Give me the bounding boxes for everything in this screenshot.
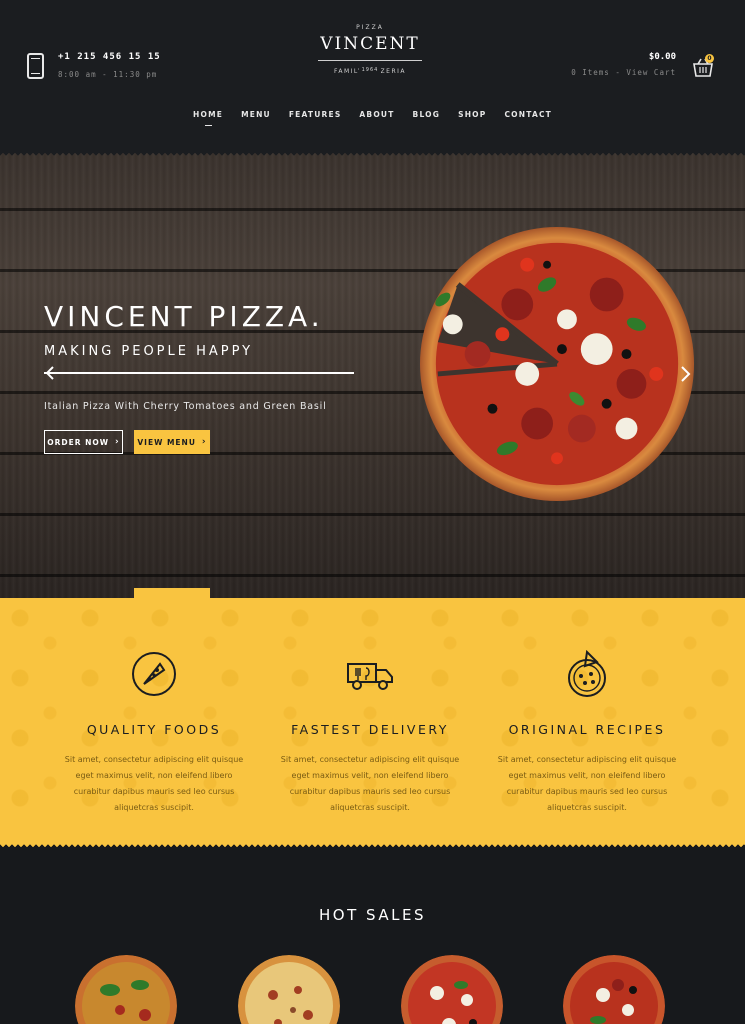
chevron-right-icon: ›: [201, 437, 207, 447]
cart-items-link[interactable]: 0 Items - View Cart: [571, 68, 676, 77]
logo-year: 1964: [358, 67, 382, 73]
cart-count-badge: 0: [705, 54, 714, 63]
feature-title: ORIGINAL RECIPES: [508, 722, 666, 737]
view-menu-button[interactable]: VIEW MENU ›: [134, 430, 210, 454]
hero-subtitle: MAKING PEOPLE HAPPY: [44, 344, 254, 359]
logo-divider: 1964: [318, 56, 422, 73]
delivery-truck-icon: [347, 663, 393, 690]
cart-total[interactable]: $0.00: [649, 52, 676, 62]
hero-slider: VINCENT PIZZA. MAKING PEOPLE HAPPY Itali…: [0, 150, 745, 598]
site-logo[interactable]: PIZZA VINCENT 1964 FAMILY PIZZERIA: [300, 24, 440, 86]
nav-home[interactable]: HOME: [193, 110, 223, 126]
order-now-button[interactable]: ORDER NOW ›: [44, 430, 123, 454]
feature-text: Sit amet, consectetur adipiscing elit qu…: [280, 755, 460, 812]
hero-top-edge: [0, 150, 745, 156]
pizza-image: [419, 226, 695, 502]
pizza-recipe-icon: [568, 650, 606, 697]
logo-tagline: PIZZA: [356, 24, 384, 31]
feature-text: Sit amet, consectetur adipiscing elit qu…: [64, 755, 244, 812]
phone-number[interactable]: +1 215 456 15 15: [58, 52, 161, 62]
nav-menu[interactable]: MENU: [241, 110, 271, 119]
feature-title: QUALITY FOODS: [86, 722, 222, 737]
site-header: +1 215 456 15 15 8:00 am - 11:30 pm PIZZ…: [0, 0, 745, 150]
arrow-right-icon[interactable]: [675, 364, 695, 384]
product-image[interactable]: [238, 955, 340, 1024]
nav-about[interactable]: ABOUT: [359, 110, 394, 119]
product-image[interactable]: [75, 955, 177, 1024]
hero-description: Italian Pizza With Cherry Tomatoes and G…: [44, 401, 327, 412]
chevron-right-icon: ›: [115, 437, 120, 447]
features-bottom-edge: [0, 844, 745, 850]
nav-features[interactable]: FEATURES: [289, 110, 342, 119]
logo-name: VINCENT: [320, 34, 420, 54]
opening-hours: 8:00 am - 11:30 pm: [58, 70, 158, 79]
product-image[interactable]: [563, 955, 665, 1024]
view-menu-label: VIEW MENU: [137, 437, 196, 447]
nav-shop[interactable]: SHOP: [458, 110, 486, 119]
nav-contact[interactable]: CONTACT: [504, 110, 552, 119]
feature-text: Sit amet, consectetur adipiscing elit qu…: [497, 755, 677, 812]
hero-title: VINCENT PIZZA.: [44, 300, 324, 333]
feature-title: FASTEST DELIVERY: [291, 722, 449, 737]
order-now-label: ORDER NOW: [47, 437, 110, 447]
features-section: QUALITY FOODS Sit amet, consectetur adip…: [0, 598, 745, 850]
product-image[interactable]: [401, 955, 503, 1024]
arrow-left-icon[interactable]: [44, 363, 66, 383]
hero-divider: [44, 372, 354, 374]
hot-sales-title: HOT SALES: [319, 906, 426, 924]
hero-tab-marker: [134, 588, 210, 598]
nav-blog[interactable]: BLOG: [413, 110, 441, 119]
pizza-slice-plate-icon: [132, 652, 176, 696]
main-nav: HOME MENU FEATURES ABOUT BLOG SHOP CONTA…: [0, 110, 745, 126]
phone-icon: [27, 53, 44, 79]
